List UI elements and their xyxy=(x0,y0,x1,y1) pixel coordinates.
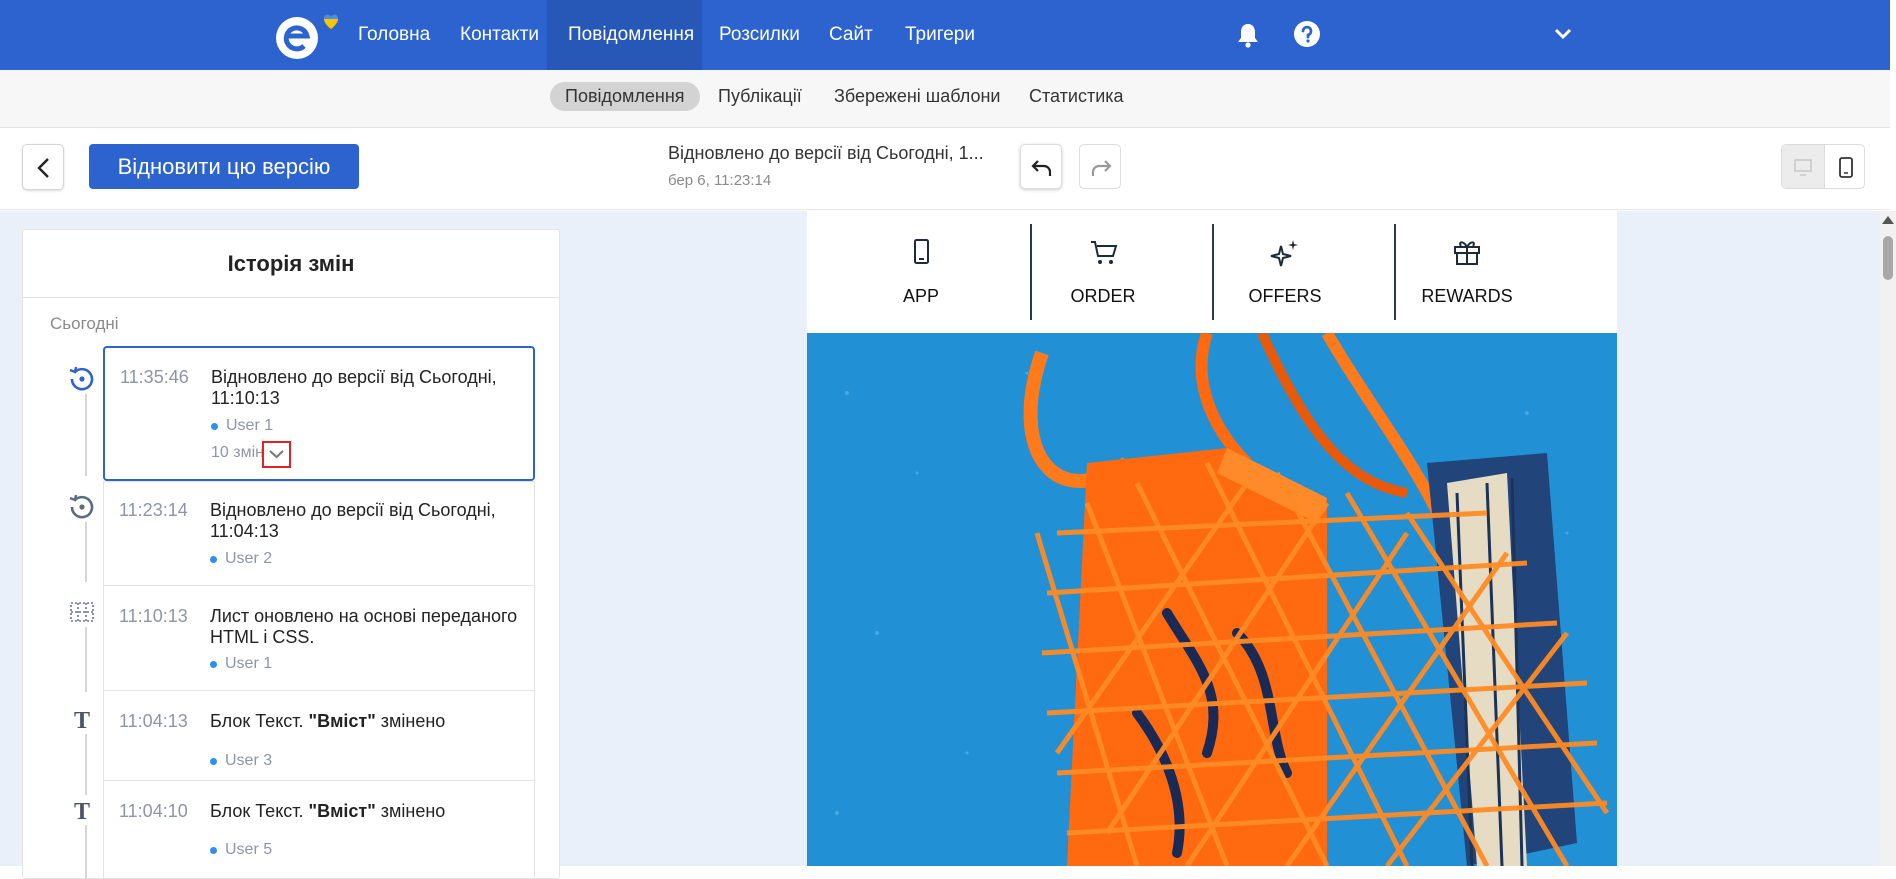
entry-time: 11:04:10 xyxy=(119,801,188,821)
email-preview: APP ORDER OFFERS REWARDS xyxy=(807,211,1617,866)
entry-description: Блок Текст. "Вміст" змінено xyxy=(210,801,446,821)
entry-description: Блок Текст. "Вміст" змінено xyxy=(210,711,446,731)
nav-item-messages[interactable]: Повідомлення xyxy=(547,0,702,70)
redo-button[interactable] xyxy=(1079,144,1121,189)
history-title: Історія змін xyxy=(23,230,559,298)
entry-description: Відновлено до версії від Сьогодні, 11:04… xyxy=(210,500,496,541)
entry-changes-count: 10 змін xyxy=(211,444,264,461)
entry-time: 11:23:14 xyxy=(119,500,188,520)
html-grid-icon xyxy=(67,597,97,632)
entry-time: 11:35:46 xyxy=(120,367,189,387)
expand-changes-button[interactable] xyxy=(262,441,291,468)
orange-bag-illustration xyxy=(807,333,1617,866)
phone-icon xyxy=(903,238,939,273)
text-t-icon: T xyxy=(67,704,97,739)
entry-user: User 5 xyxy=(210,841,272,859)
help-icon[interactable] xyxy=(1294,21,1320,52)
history-entry-selected[interactable]: 11:35:46 Відновлено до версії від Сьогод… xyxy=(103,346,535,481)
mobile-icon xyxy=(1839,157,1853,178)
restore-icon xyxy=(67,364,97,399)
scrollbar-thumb[interactable] xyxy=(1883,236,1893,280)
mobile-view-button[interactable] xyxy=(1824,145,1864,188)
preview-menu-label: REWARDS xyxy=(1421,286,1513,306)
preview-menu-order[interactable]: ORDER xyxy=(1013,211,1193,321)
history-entry[interactable]: 11:23:14 Відновлено до версії від Сьогод… xyxy=(103,481,535,586)
svg-text:T: T xyxy=(74,708,90,734)
version-date: бер 6, 11:23:14 xyxy=(668,172,772,189)
view-toggle xyxy=(1781,144,1865,189)
subtab-saved-templates[interactable]: Збережені шаблони xyxy=(819,82,1015,111)
sub-navigation: Повідомлення Публікації Збережені шаблон… xyxy=(0,70,1890,128)
redo-icon xyxy=(1091,160,1112,176)
nav-item-triggers[interactable]: Тригери xyxy=(884,0,996,70)
entry-description: Лист оновлено на основі переданого HTML … xyxy=(210,606,518,647)
entry-user: User 2 xyxy=(210,550,272,568)
back-button[interactable] xyxy=(22,144,64,190)
gift-icon xyxy=(1449,238,1485,273)
page-scrollbar[interactable] xyxy=(1880,211,1896,866)
logo[interactable] xyxy=(274,9,340,61)
text-t-icon: T xyxy=(67,795,97,830)
restore-icon xyxy=(67,492,97,527)
preview-menu-label: OFFERS xyxy=(1248,286,1322,306)
nav-item-contacts[interactable]: Контакти xyxy=(439,0,560,70)
entry-time: 11:10:13 xyxy=(119,606,188,626)
undo-icon xyxy=(1031,160,1052,176)
history-entry[interactable]: 11:04:10 Блок Текст. "Вміст" змінено Use… xyxy=(103,780,535,878)
preview-menu-app[interactable]: APP xyxy=(831,211,1011,321)
svg-text:T: T xyxy=(74,799,90,825)
desktop-view-button[interactable] xyxy=(1782,145,1824,188)
nav-item-campaigns[interactable]: Розсилки xyxy=(698,0,821,70)
history-entry[interactable]: 11:04:13 Блок Текст. "Вміст" змінено Use… xyxy=(103,690,535,781)
desktop-icon xyxy=(1794,159,1812,176)
subtab-statistics[interactable]: Статистика xyxy=(1014,82,1139,111)
entry-user: User 1 xyxy=(211,417,273,435)
preview-menu-rewards[interactable]: REWARDS xyxy=(1377,211,1557,321)
entry-time: 11:04:13 xyxy=(119,711,188,731)
subtab-publications[interactable]: Публікації xyxy=(703,82,817,111)
undo-button[interactable] xyxy=(1020,144,1062,189)
nav-item-site[interactable]: Сайт xyxy=(808,0,894,70)
history-entry[interactable]: 11:10:13 Лист оновлено на основі передан… xyxy=(103,585,535,691)
preview-menu-label: APP xyxy=(902,286,940,306)
timeline-line xyxy=(85,822,87,878)
sparkle-icon xyxy=(1267,238,1303,273)
back-arrow-icon xyxy=(37,158,49,178)
entry-user: User 3 xyxy=(210,752,272,770)
top-navigation-bar: Головна Контакти Повідомлення Розсилки С… xyxy=(0,0,1890,70)
entry-description: Відновлено до версії від Сьогодні, 11:10… xyxy=(211,367,497,408)
history-panel: Історія змін Сьогодні 11:35:46 Відновлен… xyxy=(22,229,560,879)
subtab-messages[interactable]: Повідомлення xyxy=(550,82,700,111)
cart-icon xyxy=(1085,238,1121,273)
nav-item-home[interactable]: Головна xyxy=(337,0,451,70)
preview-menu-label: ORDER xyxy=(1070,286,1136,306)
editor-toolbar: Відновити цю версію Відновлено до версії… xyxy=(0,129,1890,210)
chevron-down-icon[interactable] xyxy=(1554,27,1572,46)
bell-icon[interactable] xyxy=(1236,22,1260,53)
scroll-up-arrow-icon[interactable] xyxy=(1882,216,1894,224)
entry-user: User 1 xyxy=(210,655,272,673)
history-group-label: Сьогодні xyxy=(50,314,119,333)
hero-image xyxy=(807,333,1617,866)
chevron-down-icon xyxy=(269,450,284,459)
version-title: Відновлено до версії від Сьогодні, 1... xyxy=(668,143,984,163)
preview-menu-offers[interactable]: OFFERS xyxy=(1195,211,1375,321)
restore-version-button[interactable]: Відновити цю версію xyxy=(89,144,359,189)
timeline-line xyxy=(85,730,87,800)
